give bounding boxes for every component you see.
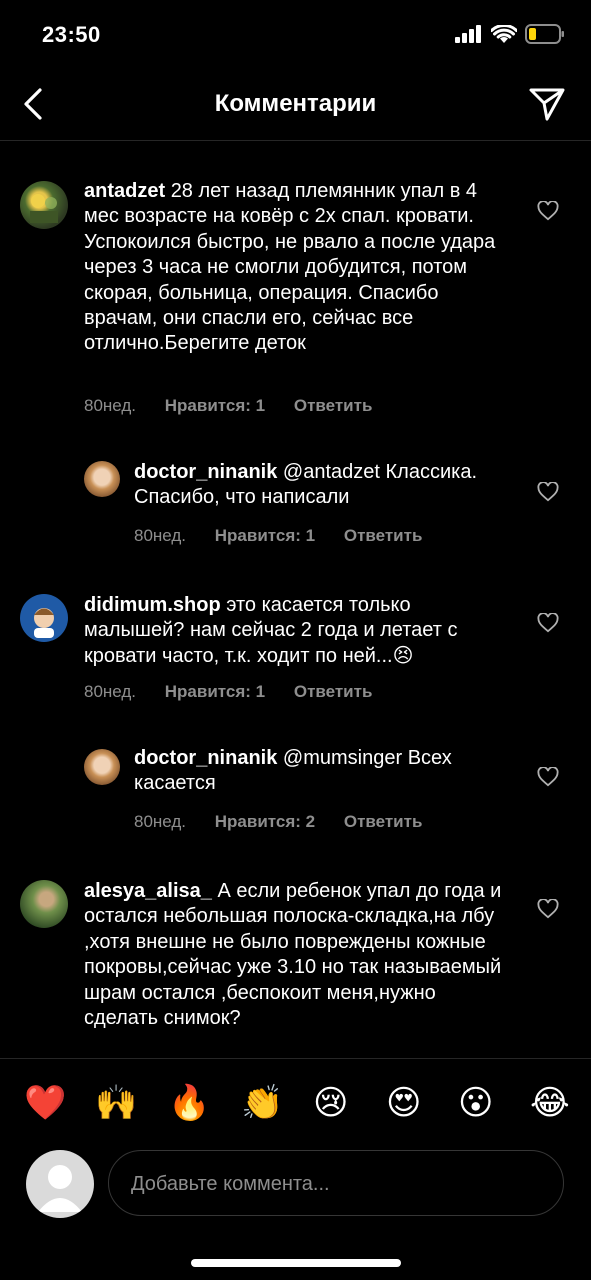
wifi-icon — [491, 24, 517, 43]
cellular-signal-icon — [455, 25, 481, 43]
default-user-icon — [38, 1165, 82, 1212]
reply-item: doctor_ninanik @mumsinger Всех касается … — [0, 739, 591, 849]
comment-username[interactable]: antadzet — [84, 180, 165, 202]
reply-item: doctor_ninanik @antadzet Классика. Спаси… — [0, 451, 591, 551]
comment-text-block: alesya_alisa_ А если ребенок упал до год… — [84, 879, 512, 1031]
status-icons — [455, 24, 565, 44]
paper-plane-icon — [529, 88, 565, 121]
comment-body: А если ребенок упал до года и остался не… — [84, 880, 502, 1030]
status-bar: 23:50 — [0, 0, 591, 70]
comment-item: didimum.shop это касается только малышей… — [0, 581, 591, 721]
like-heart-icon[interactable] — [537, 482, 559, 502]
comment-time: 80нед. — [84, 396, 137, 415]
comment-composer — [0, 1146, 591, 1226]
comment-likes-count[interactable]: Нравится: 1 — [165, 682, 265, 701]
avatar[interactable] — [84, 749, 120, 785]
comment-time: 80нед. — [84, 682, 137, 701]
comment-time: 80нед. — [134, 812, 187, 831]
header: Комментарии — [0, 70, 591, 141]
comment-username[interactable]: didimum.shop — [84, 594, 221, 616]
emoji-surprised-button[interactable]: 😮 — [458, 1083, 493, 1123]
comment-item: alesya_alisa_ А если ребенок упал до год… — [0, 867, 591, 1057]
comment-meta: 80нед. Нравится: 1 Ответить — [134, 526, 446, 546]
emoji-tears-of-joy-button[interactable]: 😂 — [530, 1083, 570, 1123]
comment-time: 80нед. — [134, 526, 187, 545]
comments-list[interactable]: antadzet 28 лет назад племянник упал в 4… — [0, 141, 591, 1057]
comment-item: antadzet 28 лет назад племянник упал в 4… — [0, 141, 591, 431]
battery-icon — [525, 24, 564, 44]
comment-body: 28 лет назад племянник упал в 4 мес возр… — [84, 180, 496, 355]
emoji-heart-eyes-button[interactable]: 😍 — [386, 1083, 421, 1123]
emoji-heart-button[interactable]: ❤️ — [24, 1083, 66, 1123]
comment-meta: 80нед. Нравится: 1 Ответить — [84, 396, 396, 416]
comment-text-block: doctor_ninanik @antadzet Классика. Спаси… — [134, 460, 514, 511]
page-title: Комментарии — [214, 90, 377, 117]
comment-text-block: doctor_ninanik @mumsinger Всех касается — [134, 746, 506, 797]
avatar[interactable] — [20, 594, 68, 642]
emoji-quick-bar: ❤️ 🙌 🔥 👏 😢 😍 😮 😂 — [0, 1058, 591, 1147]
comment-likes-count[interactable]: Нравится: 2 — [215, 812, 315, 831]
comment-username[interactable]: alesya_alisa_ — [84, 880, 212, 902]
avatar[interactable] — [20, 880, 68, 928]
comment-meta: 80нед. Нравится: 1 Ответить — [84, 682, 396, 702]
comment-likes-count[interactable]: Нравится: 1 — [165, 396, 265, 415]
like-heart-icon[interactable] — [537, 201, 559, 221]
like-heart-icon[interactable] — [537, 899, 559, 919]
comment-text-block: antadzet 28 лет назад племянник упал в 4… — [84, 179, 512, 357]
emoji-raised-hands-button[interactable]: 🙌 — [95, 1083, 137, 1123]
comment-username[interactable]: doctor_ninanik — [134, 747, 277, 769]
avatar[interactable] — [84, 461, 120, 497]
reply-button[interactable]: Ответить — [294, 396, 373, 415]
like-heart-icon[interactable] — [537, 767, 559, 787]
comment-input-wrapper[interactable] — [108, 1150, 564, 1217]
reply-button[interactable]: Ответить — [344, 812, 423, 831]
avatar[interactable] — [20, 181, 68, 229]
like-heart-icon[interactable] — [537, 613, 559, 633]
emoji-clapping-button[interactable]: 👏 — [241, 1083, 283, 1123]
reply-button[interactable]: Ответить — [344, 526, 423, 545]
cartoon-avatar-icon — [34, 608, 54, 638]
my-avatar — [26, 1150, 94, 1218]
comment-text-block: didimum.shop это касается только малышей… — [84, 593, 512, 669]
reply-button[interactable]: Ответить — [294, 682, 373, 701]
comment-meta: 80нед. Нравится: 2 Ответить — [134, 812, 446, 832]
emoji-crying-button[interactable]: 😢 — [313, 1083, 348, 1123]
status-time: 23:50 — [42, 22, 101, 47]
comment-username[interactable]: doctor_ninanik — [134, 461, 277, 483]
photo-avatar-icon — [30, 194, 58, 223]
comment-input[interactable] — [129, 1151, 553, 1217]
comment-likes-count[interactable]: Нравится: 1 — [215, 526, 315, 545]
home-indicator — [191, 1259, 401, 1267]
emoji-fire-button[interactable]: 🔥 — [168, 1083, 210, 1123]
share-button[interactable] — [527, 84, 567, 124]
